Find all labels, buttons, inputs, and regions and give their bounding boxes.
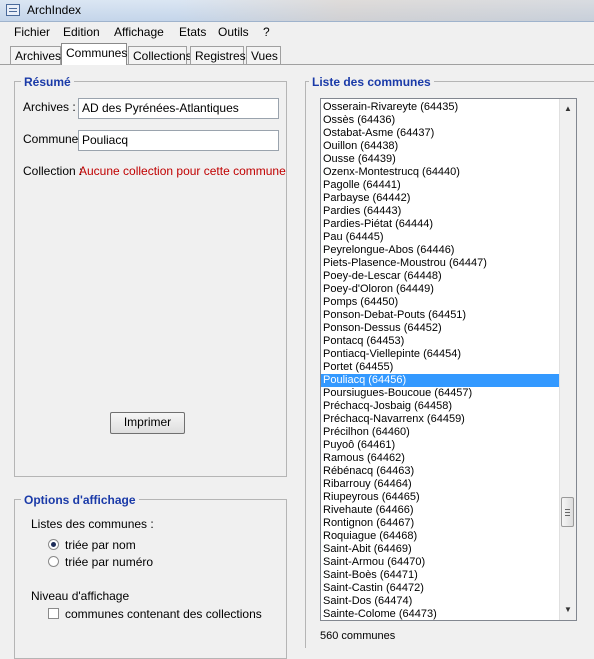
- list-item[interactable]: Poey-de-Lescar (64448): [321, 270, 559, 283]
- list-item[interactable]: Portet (64455): [321, 361, 559, 374]
- tab-communes[interactable]: Communes: [61, 43, 127, 65]
- list-item[interactable]: Ossès (64436): [321, 114, 559, 127]
- list-item[interactable]: Saint-Armou (64470): [321, 556, 559, 569]
- list-item[interactable]: Pomps (64450): [321, 296, 559, 309]
- list-item[interactable]: Parbayse (64442): [321, 192, 559, 205]
- menu-etats[interactable]: Etats: [179, 25, 206, 39]
- list-item[interactable]: Saint-Castin (64472): [321, 582, 559, 595]
- list-item[interactable]: Saint-Boès (64471): [321, 569, 559, 582]
- grip-line: [565, 512, 570, 513]
- print-button[interactable]: Imprimer: [110, 412, 185, 434]
- scroll-down-arrow-icon[interactable]: ▼: [560, 602, 576, 618]
- tab-collections[interactable]: Collections: [128, 46, 192, 64]
- scroll-up-arrow-icon[interactable]: ▲: [560, 101, 576, 117]
- list-item[interactable]: Ostabat-Asme (64437): [321, 127, 559, 140]
- grip-line: [565, 515, 570, 516]
- with-collections-checkbox[interactable]: [48, 608, 59, 619]
- list-item[interactable]: Pontiacq-Viellepinte (64454): [321, 348, 559, 361]
- list-item[interactable]: Piets-Plasence-Moustrou (64447): [321, 257, 559, 270]
- background-window-blur: [175, 0, 594, 21]
- communes-count: 560 communes: [320, 630, 396, 642]
- list-item[interactable]: Poey-d'Oloron (64449): [321, 283, 559, 296]
- list-item[interactable]: Ramous (64462): [321, 452, 559, 465]
- list-item[interactable]: Peyrelongue-Abos (64446): [321, 244, 559, 257]
- list-item[interactable]: Ozenx-Montestrucq (64440): [321, 166, 559, 179]
- list-item[interactable]: Pontacq (64453): [321, 335, 559, 348]
- menu-affichage[interactable]: Affichage: [114, 25, 164, 39]
- list-item[interactable]: Saint-Abit (64469): [321, 543, 559, 556]
- collection-label: Collection :: [23, 164, 83, 178]
- title-bar: ArchIndex: [0, 0, 594, 22]
- list-item[interactable]: Préchacq-Josbaig (64458): [321, 400, 559, 413]
- list-item[interactable]: Préchacq-Navarrenx (64459): [321, 413, 559, 426]
- communes-list: Osserain-Rivareyte (64435) Ossès (64436) O…: [321, 101, 559, 620]
- menu-edition[interactable]: Edition: [63, 25, 100, 39]
- sort-by-name-label[interactable]: triée par nom: [65, 538, 136, 552]
- sort-by-name-radio[interactable]: [48, 539, 59, 550]
- tab-archives[interactable]: Archives: [10, 46, 61, 64]
- list-item[interactable]: Riupeyrous (64465): [321, 491, 559, 504]
- list-item[interactable]: Ponson-Debat-Pouts (64451): [321, 309, 559, 322]
- list-item[interactable]: Poursiugues-Boucoue (64457): [321, 387, 559, 400]
- menu-outils[interactable]: Outils: [218, 25, 249, 39]
- tab-vues[interactable]: Vues: [246, 46, 281, 64]
- list-sort-label: Listes des communes :: [31, 517, 154, 531]
- list-item[interactable]: Pardies-Piétat (64444): [321, 218, 559, 231]
- list-item[interactable]: Ponson-Dessus (64452): [321, 322, 559, 335]
- app-icon: [6, 4, 20, 16]
- communes-listbox[interactable]: Osserain-Rivareyte (64435) Ossès (64436) O…: [320, 98, 577, 621]
- vertical-scrollbar[interactable]: ▲ ▼: [559, 99, 576, 620]
- scroll-thumb[interactable]: [561, 497, 574, 527]
- list-item[interactable]: Osserain-Rivareyte (64435): [321, 101, 559, 114]
- sort-by-number-radio[interactable]: [48, 556, 59, 567]
- list-item[interactable]: Saint-Dos (64474): [321, 595, 559, 608]
- tab-registres[interactable]: Registres: [190, 46, 246, 64]
- list-item[interactable]: Pouliacq (64456): [321, 374, 559, 387]
- list-item[interactable]: Puyoô (64461): [321, 439, 559, 452]
- list-item[interactable]: Pagolle (64441): [321, 179, 559, 192]
- list-item[interactable]: Pau (64445): [321, 231, 559, 244]
- display-level-label: Niveau d'affichage: [31, 589, 130, 603]
- archives-field[interactable]: AD des Pyrénées-Atlantiques: [78, 98, 279, 119]
- list-item[interactable]: Ouillon (64438): [321, 140, 559, 153]
- window-title: ArchIndex: [27, 3, 82, 17]
- list-item[interactable]: Rontignon (64467): [321, 517, 559, 530]
- menu-help[interactable]: ?: [263, 25, 270, 39]
- list-item[interactable]: Sainte-Colome (64473): [321, 608, 559, 620]
- list-item[interactable]: Ribarrouy (64464): [321, 478, 559, 491]
- communes-title: Liste des communes: [309, 75, 434, 89]
- list-item[interactable]: Roquiague (64468): [321, 530, 559, 543]
- menu-fichier[interactable]: Fichier: [14, 25, 50, 39]
- list-item[interactable]: Rivehaute (64466): [321, 504, 559, 517]
- options-title: Options d'affichage: [21, 493, 139, 507]
- commune-label: Commune :: [23, 132, 86, 146]
- grip-line: [565, 509, 570, 510]
- with-collections-label[interactable]: communes contenant des collections: [65, 607, 262, 621]
- commune-field[interactable]: Pouliacq: [78, 130, 279, 151]
- resume-title: Résumé: [21, 75, 74, 89]
- list-item[interactable]: Ousse (64439): [321, 153, 559, 166]
- sort-by-number-label[interactable]: triée par numéro: [65, 555, 153, 569]
- list-item[interactable]: Pardies (64443): [321, 205, 559, 218]
- archives-label: Archives :: [23, 100, 76, 114]
- list-item[interactable]: Précilhon (64460): [321, 426, 559, 439]
- tab-bar: Archives Communes Collections Registres …: [0, 42, 594, 66]
- collection-value: Aucune collection pour cette commune: [79, 164, 286, 178]
- menu-bar: Fichier Edition Affichage Etats Outils ?: [0, 22, 594, 42]
- list-item[interactable]: Rébénacq (64463): [321, 465, 559, 478]
